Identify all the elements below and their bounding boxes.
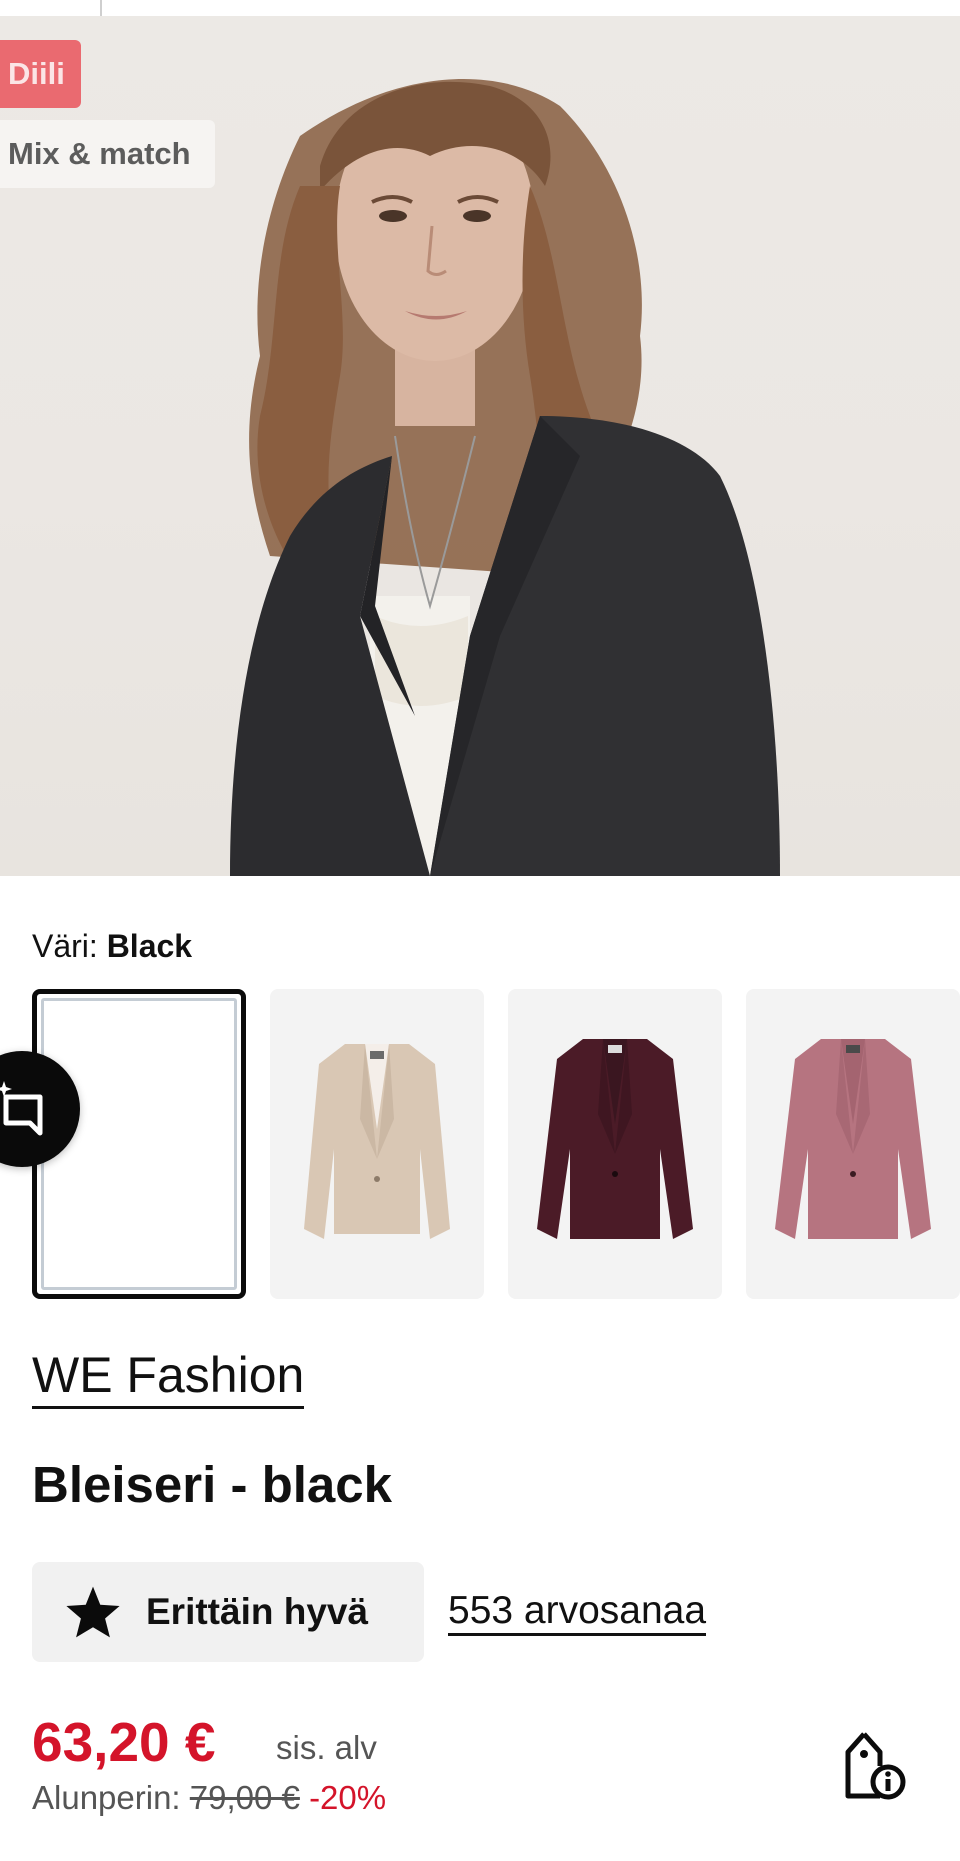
rose-blazer-image: [775, 1039, 931, 1239]
vat-note: sis. alv: [276, 1729, 377, 1766]
price-info-button[interactable]: [840, 1730, 908, 1807]
star-icon: [66, 1586, 120, 1638]
color-swatches: [32, 989, 960, 1303]
discount-percent: -20%: [309, 1779, 387, 1816]
selected-color-name: Black: [106, 928, 193, 964]
original-price-label: Alunperin:: [32, 1779, 181, 1816]
swatch-image-placeholder: [41, 998, 237, 1290]
beige-blazer-image: [304, 1044, 450, 1239]
product-image[interactable]: Diili Mix & match: [0, 16, 960, 876]
top-bar-divider: [100, 0, 102, 16]
deal-badge: Diili: [0, 40, 81, 108]
rating-badge[interactable]: Erittäin hyvä: [32, 1562, 424, 1662]
color-swatch-dusty-rose[interactable]: [746, 989, 960, 1299]
color-swatch-beige[interactable]: [270, 989, 484, 1299]
original-price: 79,00 €: [189, 1779, 300, 1816]
feedback-icon: [0, 1081, 43, 1136]
current-price: 63,20 €: [32, 1711, 216, 1773]
price-tag-info-icon: [845, 1732, 906, 1800]
mix-match-badge: Mix & match: [0, 120, 215, 188]
burgundy-blazer-image: [537, 1039, 693, 1239]
color-label-prefix: Väri:: [32, 928, 98, 964]
product-title: Bleiseri - black: [32, 1456, 393, 1513]
color-swatch-burgundy[interactable]: [508, 989, 722, 1299]
reviews-link[interactable]: 553 arvosanaa: [448, 1589, 707, 1636]
original-price-line: Alunperin: 79,00 € -20%: [32, 1779, 386, 1817]
brand-link[interactable]: WE Fashion: [32, 1346, 305, 1409]
color-label: Väri: Black: [32, 928, 192, 965]
rating-label: Erittäin hyvä: [146, 1591, 369, 1632]
